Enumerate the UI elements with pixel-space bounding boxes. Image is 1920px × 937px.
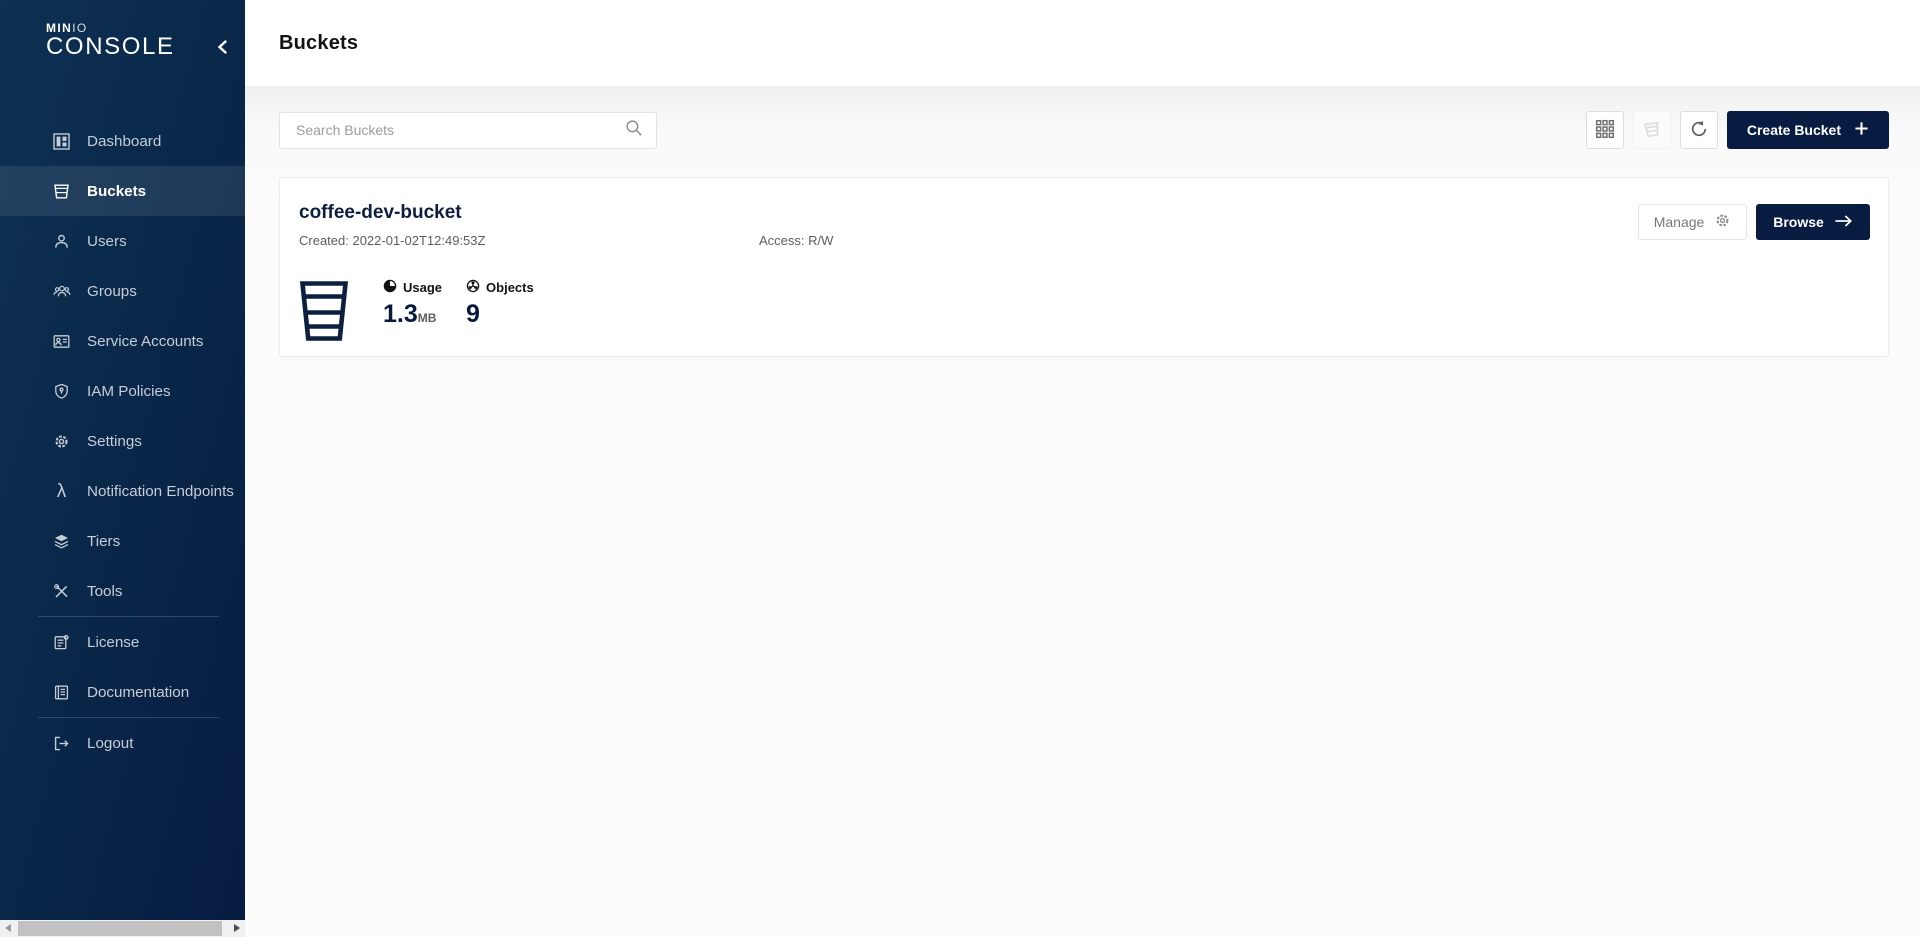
toolbar-actions: Create Bucket (1586, 111, 1889, 149)
manage-button[interactable]: Manage (1638, 204, 1747, 240)
browse-button-label: Browse (1773, 214, 1824, 230)
groups-icon (52, 282, 71, 301)
usage-unit: MB (418, 311, 437, 325)
sidebar-item-notification-endpoints[interactable]: λ Notification Endpoints (0, 466, 245, 516)
page-header: Buckets (245, 0, 1920, 86)
sidebar-item-tools[interactable]: Tools (0, 566, 245, 616)
delete-buckets-button (1633, 111, 1671, 149)
sidebar-item-iam-policies[interactable]: IAM Policies (0, 366, 245, 416)
buckets-icon (52, 182, 71, 201)
iam-policies-icon (52, 382, 71, 401)
scrollbar-thumb[interactable] (18, 921, 222, 936)
sidebar: MINIO CONSOLE Dashboard Buckets (0, 0, 245, 920)
bucket-created: Created: 2022-01-02T12:49:53Z (299, 233, 485, 248)
bucket-meta-row: Created: 2022-01-02T12:49:53Z Access: R/… (299, 233, 1870, 249)
manage-button-label: Manage (1654, 214, 1705, 230)
delete-buckets-icon (1642, 119, 1662, 142)
plus-icon (1854, 121, 1869, 139)
sidebar-item-label: Documentation (87, 684, 189, 701)
content-area: Create Bucket coffee-dev-bucket Created:… (245, 86, 1920, 937)
refresh-icon (1689, 119, 1709, 142)
sidebar-item-logout[interactable]: Logout (0, 718, 245, 768)
sidebar-item-documentation[interactable]: Documentation (0, 667, 245, 717)
documentation-book-icon (52, 683, 71, 702)
search-input[interactable] (294, 121, 624, 139)
sidebar-item-label: Service Accounts (87, 333, 204, 350)
sidebar-item-label: IAM Policies (87, 383, 171, 400)
bucket-card-buttons: Manage Browse (1638, 204, 1870, 240)
bucket-access: Access: R/W (759, 233, 833, 248)
sidebar-item-label: Tools (87, 583, 122, 600)
settings-gear-icon (52, 432, 71, 451)
chevron-left-icon (216, 39, 228, 60)
license-icon (52, 633, 71, 652)
browse-button[interactable]: Browse (1756, 204, 1870, 240)
refresh-button[interactable] (1680, 111, 1718, 149)
grid-view-icon (1595, 119, 1615, 142)
bucket-large-icon (299, 279, 349, 347)
sidebar-menu: Dashboard Buckets Users Groups (0, 116, 245, 768)
toolbar: Create Bucket (279, 111, 1889, 149)
page-title: Buckets (279, 32, 358, 55)
scrollbar-left-arrow-icon[interactable] (5, 924, 11, 932)
usage-pie-icon (383, 279, 397, 296)
grid-view-button[interactable] (1586, 111, 1624, 149)
lambda-icon: λ (52, 482, 71, 501)
create-bucket-button[interactable]: Create Bucket (1727, 111, 1889, 149)
sidebar-collapse-button[interactable] (211, 38, 233, 60)
main-area: Buckets (245, 0, 1920, 937)
sidebar-item-users[interactable]: Users (0, 216, 245, 266)
bucket-card: coffee-dev-bucket Created: 2022-01-02T12… (279, 177, 1889, 357)
sidebar-item-label: Groups (87, 283, 137, 300)
sidebar-item-label: License (87, 634, 139, 651)
sidebar-item-label: Settings (87, 433, 142, 450)
bucket-name[interactable]: coffee-dev-bucket (299, 202, 1870, 224)
sidebar-item-service-accounts[interactable]: Service Accounts (0, 316, 245, 366)
sidebar-horizontal-scrollbar[interactable] (0, 920, 245, 937)
service-accounts-icon (52, 332, 71, 351)
sidebar-item-label: Buckets (87, 183, 146, 200)
sidebar-item-license[interactable]: License (0, 617, 245, 667)
sidebar-item-groups[interactable]: Groups (0, 266, 245, 316)
sidebar-item-tiers[interactable]: Tiers (0, 516, 245, 566)
objects-icon (466, 279, 480, 296)
app-logo: MINIO CONSOLE (0, 0, 245, 86)
bucket-metrics: Usage 1.3MB Objects 9 (299, 279, 1870, 347)
sidebar-item-label: Users (87, 233, 127, 250)
create-bucket-label: Create Bucket (1747, 122, 1841, 138)
sidebar-item-label: Dashboard (87, 133, 161, 150)
sidebar-item-settings[interactable]: Settings (0, 416, 245, 466)
usage-metric: Usage 1.3MB (383, 279, 442, 331)
scrollbar-right-arrow-icon[interactable] (234, 924, 240, 932)
search-icon (624, 118, 644, 143)
objects-value: 9 (466, 301, 534, 327)
usage-value: 1.3MB (383, 301, 442, 331)
objects-label: Objects (486, 280, 534, 295)
objects-label-row: Objects (466, 279, 534, 296)
manage-gear-icon (1714, 212, 1731, 232)
objects-metric: Objects 9 (466, 279, 534, 327)
sidebar-item-dashboard[interactable]: Dashboard (0, 116, 245, 166)
sidebar-item-buckets[interactable]: Buckets (0, 166, 245, 216)
usage-label-row: Usage (383, 279, 442, 296)
sidebar-item-label: Tiers (87, 533, 120, 550)
sidebar-column: MINIO CONSOLE Dashboard Buckets (0, 0, 245, 937)
sidebar-item-label: Logout (87, 735, 133, 752)
search-box[interactable] (279, 112, 657, 149)
arrow-right-icon (1834, 214, 1853, 231)
users-icon (52, 232, 71, 251)
usage-label: Usage (403, 280, 442, 295)
dashboard-icon (52, 132, 71, 151)
tiers-layers-icon (52, 532, 71, 551)
sidebar-item-label: Notification Endpoints (87, 483, 234, 500)
logout-icon (52, 734, 71, 753)
tools-icon (52, 582, 71, 601)
usage-number: 1.3 (383, 300, 418, 328)
